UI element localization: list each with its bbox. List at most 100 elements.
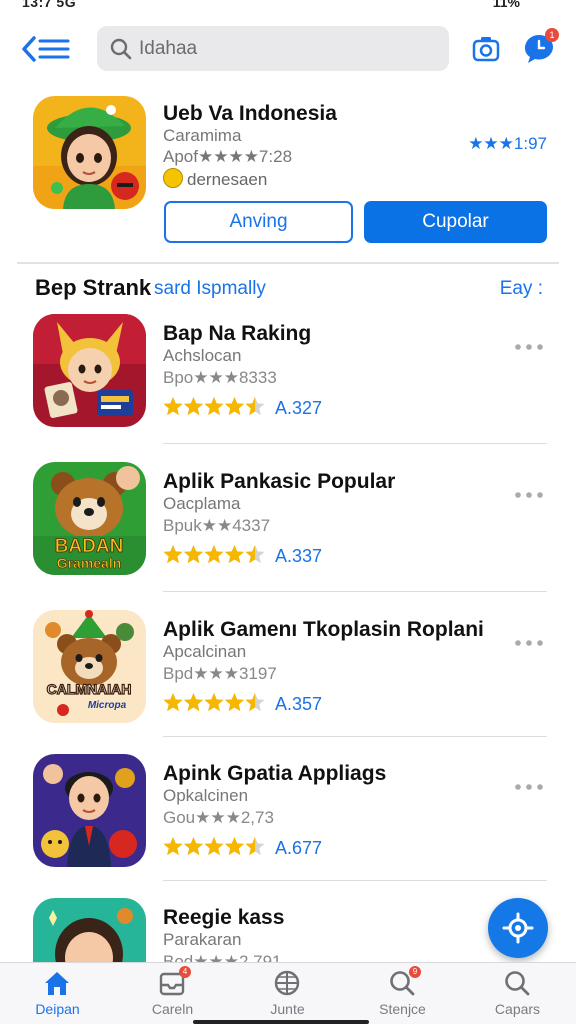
star-filled-icon (224, 837, 245, 856)
star-rating (163, 397, 265, 416)
star-filled-icon (183, 545, 204, 564)
star-filled-icon (163, 693, 183, 712)
tab-search[interactable]: 9 Stenjce (345, 963, 460, 1024)
star-filled-icon (163, 837, 183, 856)
status-bar: 13:7 5G 11% (0, 0, 576, 14)
app-rating: A.677 (275, 838, 323, 858)
grid-icon (274, 970, 300, 996)
featured-app-rating: ★★★1:97 (468, 134, 547, 153)
app-name[interactable]: Aplik Gamenı Tkoplasin Roplani (163, 618, 484, 642)
notifications-button[interactable]: 1 (523, 28, 559, 66)
app-name[interactable]: Apink Gpatia Appliags (163, 762, 386, 786)
tab-label: Deipan (35, 1001, 80, 1017)
more-options-icon[interactable] (514, 638, 544, 648)
app-name[interactable]: Aplik Pankasic Popular (163, 470, 395, 494)
tab-home[interactable]: Deipan (0, 963, 115, 1024)
app-meta: Bpo★★★8333 (163, 368, 277, 387)
list-item[interactable]: CALMNAIAH Micropa Aplik Gamenı Tkoplasin… (0, 602, 576, 750)
app-category: Achslocan (163, 346, 242, 365)
star-filled-icon (183, 693, 204, 712)
tab-grid[interactable]: Junte (230, 963, 345, 1024)
more-options-icon[interactable] (514, 342, 544, 352)
star-filled-icon (224, 545, 245, 564)
app-rating: A.357 (275, 694, 323, 714)
app-category: Opkalcinen (163, 786, 249, 805)
home-indicator (193, 1020, 369, 1024)
star-filled-icon (224, 397, 245, 416)
camera-button[interactable] (471, 34, 501, 64)
app-rating: A.327 (275, 398, 323, 418)
tab-label: Junte (270, 1001, 305, 1017)
app-category: Oacplama (163, 494, 241, 513)
section-subtitle[interactable]: sard Ispmally (154, 278, 266, 300)
back-menu-icon (22, 36, 70, 62)
star-filled-icon (224, 693, 245, 712)
row-divider (163, 736, 547, 737)
bottom-tab-bar: Deipan 4 Careln Junte 9 Stenjce Capars (0, 962, 576, 1024)
list-item[interactable]: Bap Na Raking Achslocan Bpo★★★8333 A.327 (0, 306, 576, 454)
app-meta: Bpuk★★4337 (163, 516, 271, 535)
svg-text:Micropa: Micropa (88, 700, 127, 711)
tab-label: Capars (494, 1001, 541, 1017)
featured-app-card[interactable]: Ueb Va Indonesia Caramima Apof★★★★7:28 d… (0, 88, 576, 263)
svg-text:BADAN: BADAN (55, 536, 124, 557)
featured-app-title[interactable]: Ueb Va Indonesia (163, 102, 337, 126)
star-rating (163, 545, 265, 564)
developer-name: dernesaen (187, 170, 268, 189)
app-name[interactable]: Reegie kass (163, 906, 284, 930)
section-title: Bep Strank (35, 275, 152, 300)
developer-emoji-icon (163, 168, 183, 188)
bear-calmnaiah-icon: CALMNAIAH Micropa (33, 610, 146, 723)
tab-label: Stenjce (379, 1001, 426, 1017)
tab-badge: 4 (179, 966, 191, 978)
back-menu-button[interactable] (20, 32, 72, 66)
list-item[interactable]: Apink Gpatia Appliags Opkalcinen Gou★★★2… (0, 746, 576, 894)
primary-action-button[interactable]: Cupolar (364, 201, 547, 243)
star-rating (163, 693, 265, 712)
featured-app-developer: dernesaen (163, 168, 267, 190)
app-meta: Gou★★★2,73 (163, 808, 274, 827)
notification-badge: 1 (545, 28, 559, 42)
bear-badan-icon: BADAN Gramealn (33, 462, 146, 575)
star-filled-icon (183, 397, 204, 416)
row-divider (163, 591, 547, 592)
secondary-action-button[interactable]: Anving (164, 201, 353, 243)
star-filled-icon (163, 397, 183, 416)
header: Idahaa 1 (0, 22, 576, 78)
see-all-link[interactable]: Eay : (500, 278, 543, 300)
featured-app-meta: Apof★★★★7:28 (163, 147, 293, 166)
star-filled-icon (183, 837, 204, 856)
home-icon (45, 972, 69, 995)
section-divider (17, 262, 559, 264)
svg-text:CALMNAIAH: CALMNAIAH (47, 681, 132, 697)
search-icon (505, 971, 530, 996)
star-rating (163, 837, 265, 856)
tab-badge: 9 (409, 966, 421, 978)
app-rating: A.337 (275, 546, 323, 566)
row-divider (163, 880, 547, 881)
gear-icon (502, 912, 534, 944)
floating-settings-button[interactable] (488, 898, 548, 958)
more-options-icon[interactable] (514, 782, 544, 792)
search-placeholder: Idahaa (139, 38, 198, 59)
star-filled-icon (163, 545, 183, 564)
tab-inbox[interactable]: 4 Careln (115, 963, 230, 1024)
star-filled-icon (204, 397, 224, 416)
status-battery: 11% (492, 0, 520, 10)
search-input[interactable]: Idahaa (97, 26, 449, 71)
girl-green-hat-icon (33, 96, 146, 209)
section-header: Bep Strank sard Ispmally Eay : (0, 272, 576, 304)
camera-icon (472, 37, 500, 62)
more-options-icon[interactable] (514, 490, 544, 500)
star-filled-icon (204, 693, 224, 712)
star-filled-icon (204, 545, 224, 564)
svg-text:Gramealn: Gramealn (57, 555, 122, 571)
row-divider (163, 443, 547, 444)
list-item[interactable]: BADAN Gramealn Aplik Pankasic Popular Oa… (0, 454, 576, 602)
app-category: Parakaran (163, 930, 242, 949)
app-name[interactable]: Bap Na Raking (163, 322, 311, 346)
boy-characters-icon (33, 754, 146, 867)
app-category: Apcalcinan (163, 642, 247, 661)
search-icon (110, 38, 132, 60)
tab-search-alt[interactable]: Capars (460, 963, 575, 1024)
